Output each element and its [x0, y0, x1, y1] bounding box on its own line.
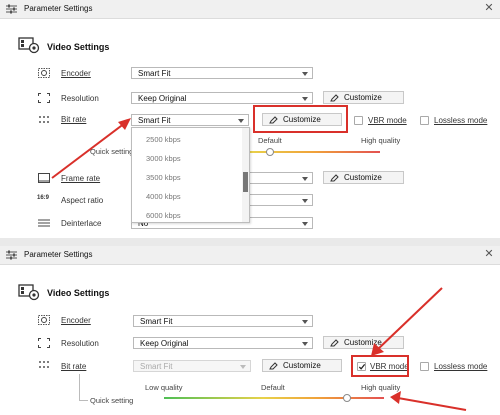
- panel-divider: [0, 238, 500, 246]
- bottom-settings-panel: Parameter Settings ✕ Video Settings Enco…: [0, 246, 500, 415]
- annotation-arrows: [371, 287, 467, 411]
- annotation-arrow: [51, 118, 131, 179]
- top-settings-panel: Parameter Settings ✕ Video Settings Enco…: [0, 0, 500, 238]
